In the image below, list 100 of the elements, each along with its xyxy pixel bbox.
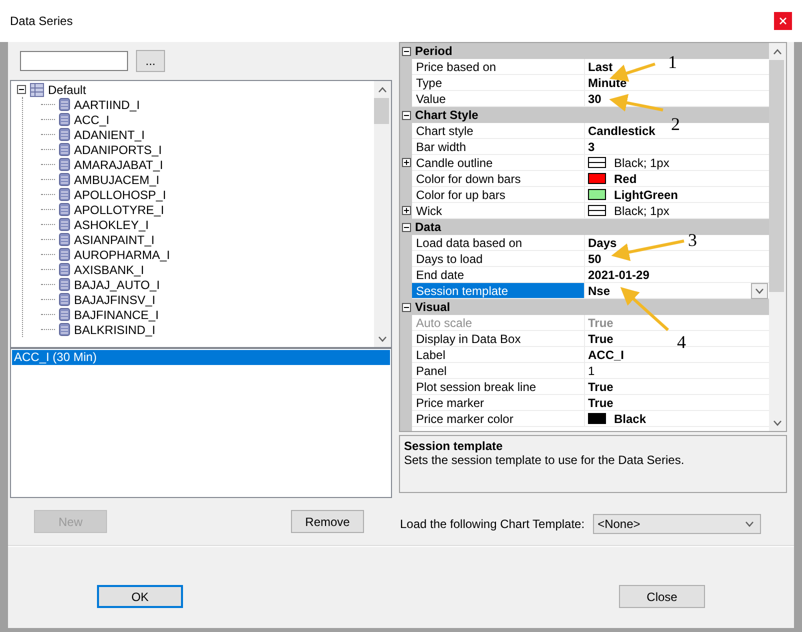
scrollbar[interactable] (769, 43, 786, 431)
property-value[interactable]: 1 (588, 364, 595, 378)
property-value: Black; 1px (614, 156, 670, 170)
property-name[interactable]: Color for down bars (412, 171, 585, 187)
ok-button[interactable]: OK (97, 585, 183, 608)
tree-item[interactable]: Default (48, 82, 86, 96)
chevron-down-icon[interactable] (378, 336, 387, 342)
window-title: Data Series (10, 14, 73, 28)
series-item[interactable]: ACC_I (30 Min) (12, 350, 390, 365)
annotation-number: 1 (668, 52, 677, 72)
template-dropdown[interactable]: <None> (592, 514, 761, 534)
tree-item[interactable]: ADANIENT_I (74, 128, 145, 142)
collapse-icon[interactable] (402, 46, 410, 56)
tree-item[interactable]: AMARAJABAT_I (74, 158, 164, 172)
close-button[interactable]: Close (619, 585, 705, 608)
scroll-thumb[interactable] (769, 60, 784, 292)
collapse-icon[interactable] (402, 110, 410, 120)
description-title: Session template (404, 439, 504, 453)
tree-item[interactable]: APOLLOHOSP_I (74, 188, 166, 202)
database-icon (59, 203, 70, 216)
property-name[interactable]: Price marker (412, 395, 585, 411)
table-icon (30, 82, 44, 96)
annotation-number: 2 (671, 114, 680, 134)
chevron-down-icon[interactable] (744, 521, 754, 527)
property-value[interactable]: True (588, 396, 614, 410)
property-value[interactable]: Minute (588, 76, 627, 90)
property-name[interactable]: Candle outline (412, 155, 585, 171)
database-icon (59, 248, 70, 261)
property-value: Black (614, 412, 646, 426)
collapse-icon[interactable] (17, 84, 26, 94)
property-name[interactable]: Chart style (412, 123, 585, 139)
property-value[interactable]: 3 (588, 140, 595, 154)
remove-button[interactable]: Remove (291, 510, 364, 533)
search-field[interactable] (20, 51, 128, 71)
chevron-down-icon[interactable] (773, 420, 782, 426)
property-value[interactable]: 2021-01-29 (588, 268, 650, 282)
database-icon (59, 233, 70, 246)
property-value[interactable]: True (588, 380, 614, 394)
property-name[interactable]: Price based on (412, 59, 585, 75)
tree-item[interactable]: BAJFINANCE_I (74, 308, 159, 322)
expand-icon[interactable] (402, 158, 410, 167)
property-value[interactable]: ACC_I (588, 348, 624, 362)
property-name[interactable]: Display in Data Box (412, 331, 585, 347)
database-icon (59, 293, 70, 306)
tree-item[interactable]: ASHOKLEY_I (74, 218, 149, 232)
chevron-up-icon[interactable] (378, 86, 387, 92)
category-header: Data (414, 220, 442, 234)
database-icon (59, 113, 70, 126)
database-icon (59, 308, 70, 321)
property-name[interactable]: Session template (412, 283, 585, 299)
tree-item[interactable]: ACC_I (74, 112, 110, 126)
property-name[interactable]: Days to load (412, 251, 585, 267)
tree-item[interactable]: BAJAJFINSV_I (74, 292, 156, 306)
annotation-arrow (609, 94, 664, 112)
chevron-down-icon[interactable] (755, 288, 764, 294)
property-name[interactable]: Load data based on (412, 235, 585, 251)
database-icon (59, 128, 70, 141)
database-icon (59, 278, 70, 291)
property-name[interactable]: Panel (412, 363, 585, 379)
scroll-thumb[interactable] (374, 98, 389, 124)
tree-item[interactable]: AMBUJACEM_I (74, 172, 160, 186)
expand-icon[interactable] (402, 206, 410, 215)
tree-item[interactable]: APOLLOTYRE_I (74, 202, 164, 216)
dropdown-button[interactable] (751, 282, 768, 298)
property-value[interactable]: True (588, 332, 614, 346)
chevron-up-icon[interactable] (773, 48, 782, 54)
collapse-icon[interactable] (402, 302, 410, 312)
property-value[interactable]: Nse (588, 284, 743, 298)
close-icon (779, 17, 787, 25)
property-value[interactable]: Last (588, 60, 613, 74)
property-value[interactable]: Days (588, 236, 617, 250)
description-text: Sets the session template to use for the Data Series. (404, 453, 686, 467)
property-value[interactable]: Candlestick (588, 124, 656, 138)
property-name[interactable]: Type (412, 75, 585, 91)
property-name[interactable]: Plot session break line (412, 379, 585, 395)
property-name[interactable]: Bar width (412, 139, 585, 155)
template-label: Load the following Chart Template: (400, 517, 585, 531)
tree-item[interactable]: AUROPHARMA_I (74, 248, 170, 262)
database-icon (59, 263, 70, 276)
property-value[interactable]: 50 (588, 252, 602, 266)
tree-item[interactable]: BALKRISIND_I (74, 322, 156, 336)
pen-swatch-icon (588, 157, 606, 168)
property-name[interactable]: Price marker color (412, 411, 585, 427)
tree-item[interactable]: AARTIIND_I (74, 98, 140, 112)
tree-item[interactable]: BAJAJ_AUTO_I (74, 278, 160, 292)
scrollbar[interactable] (374, 81, 391, 347)
browse-button[interactable]: ... (136, 50, 165, 72)
close-button[interactable] (774, 12, 792, 30)
tree-item[interactable]: AXISBANK_I (74, 262, 144, 276)
property-name[interactable]: Color for up bars (412, 187, 585, 203)
category-header: Period (414, 44, 452, 58)
property-value[interactable]: 30 (588, 92, 602, 106)
annotation-arrow (620, 286, 669, 332)
database-icon (59, 218, 70, 231)
pen-swatch-icon (588, 205, 606, 216)
database-icon (59, 143, 70, 156)
property-name[interactable]: Label (412, 347, 585, 363)
collapse-icon[interactable] (402, 222, 410, 232)
tree-item[interactable]: ASIANPAINT_I (74, 232, 154, 246)
tree-item[interactable]: ADANIPORTS_I (74, 142, 162, 156)
